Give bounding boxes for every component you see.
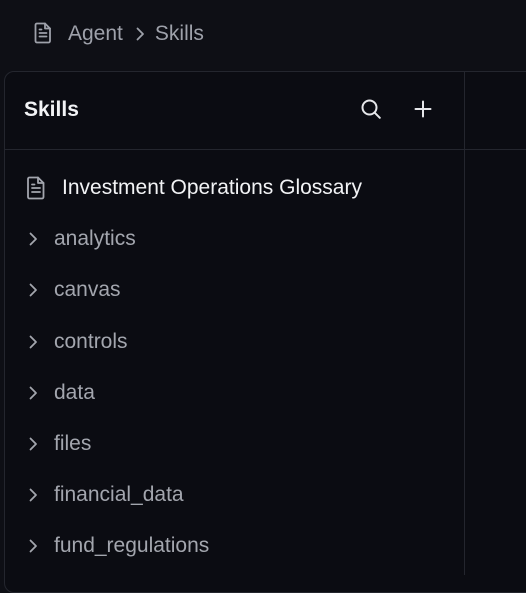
tree-item-label: files [54, 432, 92, 455]
panel-title: Skills [24, 98, 79, 121]
document-icon [22, 176, 46, 200]
chevron-right-icon[interactable] [22, 487, 50, 503]
tree-item-label: analytics [54, 227, 136, 250]
tree-folder-canvas[interactable]: canvas [22, 275, 121, 305]
breadcrumb-item-agent[interactable]: Agent [68, 22, 123, 46]
chevron-right-icon[interactable] [22, 385, 50, 401]
add-button[interactable] [410, 98, 436, 124]
chevron-right-icon [135, 26, 145, 42]
tree-folder-fund-regulations[interactable]: fund_regulations [22, 531, 209, 561]
chevron-right-icon[interactable] [22, 436, 50, 452]
search-button[interactable] [358, 98, 384, 124]
chevron-right-icon[interactable] [22, 231, 50, 247]
tree-folder-controls[interactable]: controls [22, 327, 128, 357]
chevron-right-icon[interactable] [22, 334, 50, 350]
tree-item-label: canvas [54, 278, 121, 301]
tree-item-label: financial_data [54, 483, 184, 506]
tree-item-label: Investment Operations Glossary [62, 176, 362, 199]
right-pane-header [465, 72, 526, 150]
pane-divider [464, 72, 465, 575]
tree-item-label: fund_regulations [54, 534, 210, 557]
breadcrumb: Agent Skills [68, 20, 204, 48]
top-bar: Agent Skills [0, 0, 526, 68]
plus-icon [413, 99, 433, 124]
document-icon [34, 22, 52, 44]
tree-item-label: controls [54, 330, 128, 353]
chevron-right-icon[interactable] [22, 282, 50, 298]
tree-item-label: data [54, 381, 95, 404]
breadcrumb-item-skills[interactable]: Skills [155, 22, 204, 46]
tree-folder-files[interactable]: files [22, 429, 91, 459]
tree-folder-financial-data[interactable]: financial_data [22, 480, 184, 510]
search-icon [360, 98, 382, 125]
tree-folder-data[interactable]: data [22, 378, 95, 408]
tree-item-document[interactable]: Investment Operations Glossary [22, 173, 362, 203]
tree-folder-analytics[interactable]: analytics [22, 224, 136, 254]
chevron-right-icon[interactable] [22, 538, 50, 554]
